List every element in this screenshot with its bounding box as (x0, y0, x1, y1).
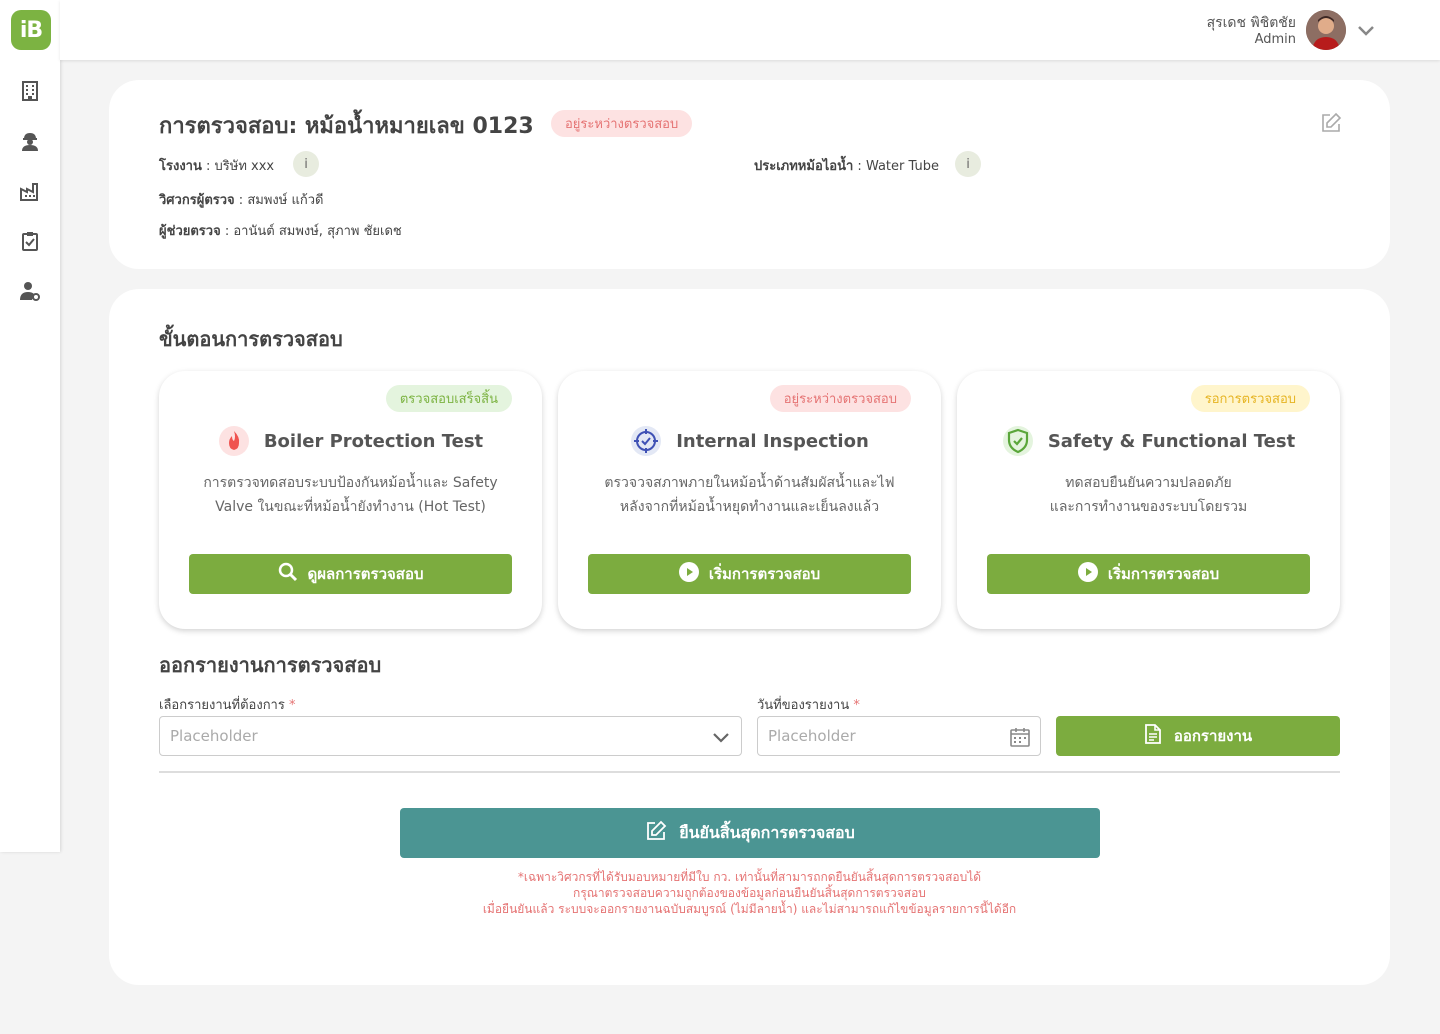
inspection-steps-card: ขั้นตอนการตรวจสอบ ตรวจสอบเสร็จสิ้น Boile… (109, 289, 1390, 985)
report-section-title: ออกรายงานการตรวจสอบ (159, 653, 382, 677)
report-date-label: วันที่ของรายงาน * (757, 694, 860, 715)
user-settings-icon[interactable] (18, 279, 42, 303)
confirm-note: กรุณาตรวจสอบความถูกต้องของข้อมูลก่อนยืนย… (573, 886, 926, 900)
step-description: ตรวจวจสภาพภายในหม้อน้ำด้านสัมผัสน้ำและไฟ… (578, 471, 921, 519)
step-header: Boiler Protection Test (159, 425, 542, 457)
export-report-button[interactable]: ออกรายงาน (1056, 716, 1340, 756)
step-title: Safety & Functional Test (1047, 430, 1296, 452)
user-role: Admin (1254, 32, 1296, 47)
app-logo[interactable]: iB (11, 10, 51, 50)
engineer-icon[interactable] (18, 129, 42, 153)
step-title: Internal Inspection (676, 430, 869, 452)
step-status-badge: รอการตรวจสอบ (1190, 385, 1310, 412)
inspection-info-card: การตรวจสอบ: หม้อน้ำหมายเลข 0123 อยู่ระหว… (109, 80, 1390, 269)
step-header: Internal Inspection (558, 425, 941, 457)
chevron-down-icon[interactable] (1356, 20, 1376, 40)
step-description-line: การตรวจทดสอบระบบป้องกันหม้อน้ำและ Safety (203, 475, 498, 491)
required-mark: * (853, 698, 860, 713)
boiler-type-value: Water Tube (865, 159, 939, 174)
report-date-input[interactable]: Placeholder (757, 716, 1041, 756)
step-description-line: Valve ในขณะที่หม้อน้ำยังทำงาน (Hot Test) (215, 499, 486, 515)
boiler-type-info-button[interactable]: i (955, 151, 981, 177)
boiler-type-info: ประเภทหม้อไอน้ำ : Water Tube (754, 159, 939, 174)
calendar-icon[interactable] (1010, 727, 1030, 747)
step-description-line: หลังจากที่หม้อน้ำหยุดทำงานและเย็นลงแล้ว (619, 499, 880, 515)
step-title: Boiler Protection Test (263, 430, 484, 452)
target-check-icon (630, 425, 662, 457)
assistant-info: ผู้ช่วยตรวจ : อานันต์ สมพงษ์, สุภาพ ชัยเ… (159, 224, 402, 239)
factory-info-button[interactable]: i (293, 151, 319, 177)
report-select-placeholder: Placeholder (170, 727, 258, 745)
factory-info: โรงงาน : บริษัท xxx (159, 159, 275, 174)
edit-icon[interactable] (1320, 112, 1342, 134)
assistant-label: ผู้ช่วยตรวจ (159, 224, 221, 239)
view-results-button[interactable]: ดูผลการตรวจสอบ (189, 554, 512, 594)
edit-square-icon (645, 820, 667, 846)
confirm-finish-button[interactable]: ยืนยันสิ้นสุดการตรวจสอบ (400, 808, 1100, 858)
assistant-value: อานันต์ สมพงษ์, สุภาพ ชัยเดช (233, 224, 402, 239)
step-description-line: และการทำงานของระบบโดยรวม (1049, 499, 1248, 515)
factory-value: บริษัท xxx (214, 159, 275, 174)
view-results-label: ดูผลการตรวจสอบ (307, 565, 424, 583)
confirm-finish-label: ยืนยันสิ้นสุดการตรวจสอบ (679, 822, 855, 842)
page-title: การตรวจสอบ: หม้อน้ำหมายเลข 0123 (159, 114, 534, 139)
step-header: Safety & Functional Test (957, 425, 1340, 457)
report-select-label-text: เลือกรายงานที่ต้องการ (159, 698, 285, 713)
engineer-label: วิศวกรผู้ตรวจ (159, 193, 235, 208)
shield-check-icon (1002, 425, 1034, 457)
start-inspection-button[interactable]: เริ่มการตรวจสอบ (987, 554, 1310, 594)
export-report-label: ออกรายงาน (1173, 727, 1253, 745)
step-card-internal-inspection: อยู่ระหว่างตรวจสอบ Internal Inspection ต… (558, 371, 941, 629)
steps-section-title: ขั้นตอนการตรวจสอบ (159, 327, 343, 351)
factory-label: โรงงาน (159, 159, 202, 174)
top-bar: สุรเดช พิชิตชัย Admin (60, 0, 1440, 60)
engineer-info: วิศวกรผู้ตรวจ : สมพงษ์ แก้วดี (159, 193, 324, 208)
play-icon (1077, 562, 1098, 586)
report-date-label-text: วันที่ของรายงาน (757, 698, 850, 713)
start-inspection-label: เริ่มการตรวจสอบ (1107, 565, 1220, 583)
report-select[interactable]: Placeholder (159, 716, 742, 756)
step-description-line: ตรวจวจสภาพภายในหม้อน้ำด้านสัมผัสน้ำและไฟ (604, 475, 895, 491)
start-inspection-label: เริ่มการตรวจสอบ (708, 565, 821, 583)
flame-icon (218, 425, 250, 457)
step-status-badge: ตรวจสอบเสร็จสิ้น (385, 385, 512, 412)
confirm-note: เมื่อยืนยันแล้ว ระบบจะออกรายงานฉบับสมบูร… (482, 902, 1017, 916)
confirm-note: *เฉพาะวิศวกรที่ได้รับมอบหมายที่มีใบ กว. … (517, 870, 982, 884)
step-description-line: ทดสอบยืนยันความปลอดภัย (1065, 475, 1232, 491)
play-icon (678, 562, 699, 586)
status-badge: อยู่ระหว่างตรวจสอบ (551, 110, 693, 137)
avatar[interactable] (1306, 10, 1346, 50)
divider (159, 771, 1340, 773)
document-icon (1144, 724, 1162, 748)
step-status-badge: อยู่ระหว่างตรวจสอบ (769, 385, 911, 412)
sidebar: iB (0, 0, 60, 852)
step-card-safety-functional: รอการตรวจสอบ Safety & Functional Test ทด… (957, 371, 1340, 629)
confirm-notes: *เฉพาะวิศวกรที่ได้รับมอบหมายที่มีใบ กว. … (109, 869, 1390, 917)
boiler-type-label: ประเภทหม้อไอน้ำ (754, 159, 854, 174)
user-name: สุรเดช พิชิตชัย (1206, 15, 1296, 31)
required-mark: * (288, 698, 296, 713)
report-date-placeholder: Placeholder (768, 727, 856, 745)
step-description: การตรวจทดสอบระบบป้องกันหม้อน้ำและ Safety… (179, 471, 522, 519)
clipboard-check-icon[interactable] (18, 229, 42, 253)
building-icon[interactable] (18, 79, 42, 103)
report-select-label: เลือกรายงานที่ต้องการ * (159, 694, 295, 715)
engineer-value: สมพงษ์ แก้วดี (247, 193, 324, 208)
step-card-boiler-protection: ตรวจสอบเสร็จสิ้น Boiler Protection Test … (159, 371, 542, 629)
start-inspection-button[interactable]: เริ่มการตรวจสอบ (588, 554, 911, 594)
chevron-down-icon (711, 727, 731, 747)
factory-icon[interactable] (18, 179, 42, 203)
step-description: ทดสอบยืนยันความปลอดภัย และการทำงานของระบ… (977, 471, 1320, 519)
search-icon (278, 562, 298, 586)
